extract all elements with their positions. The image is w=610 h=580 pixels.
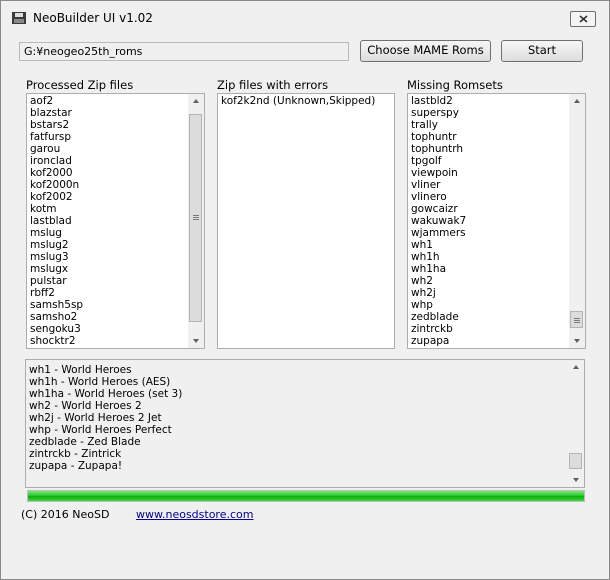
list-item[interactable]: superspy (411, 107, 585, 119)
scroll-down-arrow-icon[interactable] (193, 339, 199, 343)
list-item[interactable]: aof2 (30, 95, 204, 107)
log-line[interactable]: whp - World Heroes Perfect (29, 424, 182, 436)
rom-path-field[interactable]: G:¥neogeo25th_roms (19, 42, 349, 61)
list-item[interactable]: tophuntr (411, 131, 585, 143)
floppy-disk-icon (12, 12, 26, 24)
list-item[interactable]: kof2000n (30, 179, 204, 191)
list-item[interactable]: kof2002 (30, 191, 204, 203)
list-item[interactable]: kof2k2nd (Unknown,Skipped) (221, 95, 394, 107)
log-line[interactable]: wh1 - World Heroes (29, 364, 182, 376)
processed-items: aof2 blazstar bstars2 fatfursp garou ironclad… (27, 94, 204, 347)
close-button[interactable] (570, 11, 596, 27)
log-line[interactable]: zintrckb - Zintrick (29, 448, 182, 460)
scroll-thumb[interactable] (570, 311, 583, 328)
scroll-down-arrow-icon[interactable] (574, 339, 580, 343)
scroll-up-arrow-icon[interactable] (574, 99, 580, 103)
list-item[interactable]: mslug2 (30, 239, 204, 251)
missing-romsets-label: Missing Romsets (407, 78, 503, 92)
list-item[interactable]: tophuntrh (411, 143, 585, 155)
log-line[interactable]: wh1ha - World Heroes (set 3) (29, 388, 182, 400)
processed-zip-list[interactable]: aof2 blazstar bstars2 fatfursp garou ironclad… (26, 93, 205, 349)
list-item[interactable]: zupapa (411, 335, 585, 347)
scroll-up-arrow-icon[interactable] (573, 365, 579, 369)
zip-errors-list[interactable]: kof2k2nd (Unknown,Skipped) (217, 93, 395, 349)
log-line[interactable]: wh2j - World Heroes 2 Jet (29, 412, 182, 424)
list-item[interactable]: ironclad (30, 155, 204, 167)
scroll-thumb[interactable] (189, 114, 202, 322)
list-item[interactable]: gowcaizr (411, 203, 585, 215)
log-output[interactable]: wh1 - World Heroes wh1h - World Heroes (A… (25, 359, 585, 488)
neosd-store-link[interactable]: www.neosdstore.com (136, 508, 253, 521)
list-item[interactable]: wh1h (411, 251, 585, 263)
progress-fill (28, 491, 584, 501)
list-item[interactable]: samsh5sp (30, 299, 204, 311)
missing-scrollbar[interactable] (569, 94, 585, 348)
scroll-up-arrow-icon[interactable] (193, 99, 199, 103)
list-item[interactable]: samsho2 (30, 311, 204, 323)
list-item[interactable]: kof2000 (30, 167, 204, 179)
scroll-down-arrow-icon[interactable] (573, 478, 579, 482)
close-icon (578, 15, 588, 23)
list-item[interactable]: whp (411, 299, 585, 311)
list-item[interactable]: zedblade (411, 311, 585, 323)
list-item[interactable]: viewpoin (411, 167, 585, 179)
processed-scrollbar[interactable] (188, 94, 204, 348)
list-item[interactable]: mslugx (30, 263, 204, 275)
list-item[interactable]: bstars2 (30, 119, 204, 131)
zip-errors-label: Zip files with errors (217, 78, 329, 92)
list-item[interactable]: vliner (411, 179, 585, 191)
list-item[interactable]: wh1 (411, 239, 585, 251)
log-line[interactable]: wh2 - World Heroes 2 (29, 400, 182, 412)
list-item[interactable]: kotm (30, 203, 204, 215)
progress-bar (27, 490, 585, 502)
copyright-text: (C) 2016 NeoSD (21, 508, 110, 521)
list-item[interactable]: zintrckb (411, 323, 585, 335)
list-item[interactable]: tpgolf (411, 155, 585, 167)
list-item[interactable]: trally (411, 119, 585, 131)
log-line[interactable]: zupapa - Zupapa! (29, 460, 182, 472)
missing-items: lastbld2 superspy trally tophuntr tophuntrh t… (408, 94, 585, 347)
list-item[interactable]: blazstar (30, 107, 204, 119)
missing-romsets-list[interactable]: lastbld2 superspy trally tophuntr tophuntrh t… (407, 93, 586, 349)
list-item[interactable]: vlinero (411, 191, 585, 203)
title-bar: NeoBuilder UI v1.02 (1, 1, 609, 35)
log-line[interactable]: wh1h - World Heroes (AES) (29, 376, 182, 388)
list-item[interactable]: rbff2 (30, 287, 204, 299)
error-items: kof2k2nd (Unknown,Skipped) (218, 94, 394, 107)
choose-mame-roms-button[interactable]: Choose MAME Roms (360, 40, 491, 62)
list-item[interactable]: fatfursp (30, 131, 204, 143)
list-item[interactable]: wakuwak7 (411, 215, 585, 227)
list-item[interactable]: wh1ha (411, 263, 585, 275)
list-item[interactable]: sengoku3 (30, 323, 204, 335)
list-item[interactable]: pulstar (30, 275, 204, 287)
list-item[interactable]: garou (30, 143, 204, 155)
list-item[interactable]: mslug3 (30, 251, 204, 263)
window-title: NeoBuilder UI v1.02 (33, 11, 153, 25)
app-window: NeoBuilder UI v1.02 G:¥neogeo25th_roms C… (0, 0, 610, 580)
list-item[interactable]: lastbld2 (411, 95, 585, 107)
start-button[interactable]: Start (501, 40, 583, 62)
log-scrollbar[interactable] (568, 360, 584, 487)
log-line[interactable]: zedblade - Zed Blade (29, 436, 182, 448)
list-item[interactable]: wjammers (411, 227, 585, 239)
scroll-thumb[interactable] (569, 453, 582, 469)
processed-zip-label: Processed Zip files (26, 78, 134, 92)
list-item[interactable]: mslug (30, 227, 204, 239)
log-lines: wh1 - World Heroes wh1h - World Heroes (A… (26, 364, 182, 472)
list-item[interactable]: shocktr2 (30, 335, 204, 347)
list-item[interactable]: wh2j (411, 287, 585, 299)
list-item[interactable]: wh2 (411, 275, 585, 287)
list-item[interactable]: lastblad (30, 215, 204, 227)
